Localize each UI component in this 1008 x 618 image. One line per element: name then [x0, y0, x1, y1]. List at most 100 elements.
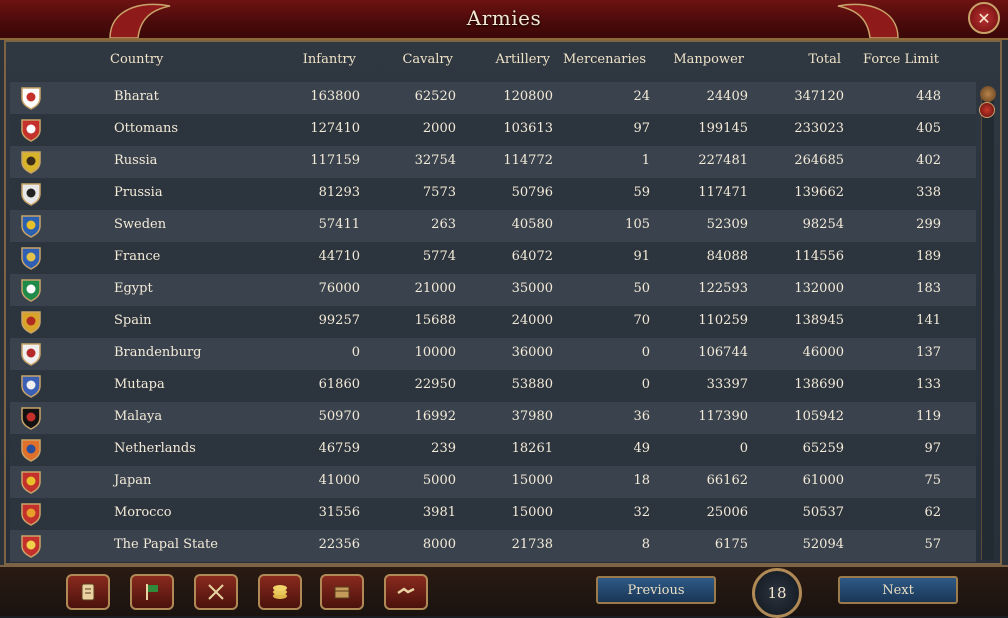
next-button[interactable]: Next [838, 576, 958, 604]
country-name[interactable]: The Papal State [114, 537, 218, 552]
header-force-limit[interactable]: Force Limit [863, 52, 939, 67]
country-shield-icon[interactable] [20, 470, 42, 494]
country-shield-icon[interactable] [20, 214, 42, 238]
table-row[interactable]: Prussia 81293 7573 50796 59 117471 139662 338 [10, 178, 976, 210]
table-row[interactable]: Morocco 31556 3981 15000 32 25006 50537 62 [10, 498, 976, 530]
country-shield-icon[interactable] [20, 374, 42, 398]
infantry-cell: 81293 [318, 185, 360, 200]
infantry-cell: 117159 [310, 153, 360, 168]
force-limit-cell: 448 [916, 89, 941, 104]
force-limit-cell: 402 [916, 153, 941, 168]
country-shield-icon[interactable] [20, 246, 42, 270]
infantry-cell: 99257 [318, 313, 360, 328]
header-manpower[interactable]: Manpower [673, 52, 744, 67]
total-cell: 50537 [802, 505, 844, 520]
country-name[interactable]: Spain [114, 313, 152, 328]
table-row[interactable]: Malaya 50970 16992 37980 36 117390 105942 119 [10, 402, 976, 434]
header-mercenaries[interactable]: Mercenaries [563, 52, 646, 67]
country-shield-icon[interactable] [20, 150, 42, 174]
header-total[interactable]: Total [808, 52, 841, 67]
country-name[interactable]: Brandenburg [114, 345, 202, 360]
country-name[interactable]: Malaya [114, 409, 162, 424]
country-name[interactable]: Morocco [114, 505, 172, 520]
country-name[interactable]: France [114, 249, 160, 264]
table-row[interactable]: Spain 99257 15688 24000 70 110259 138945 141 [10, 306, 976, 338]
mercenaries-cell: 97 [633, 121, 650, 136]
table-row[interactable]: Ottomans 127410 2000 103613 97 199145 233023 40… [10, 114, 976, 146]
header-artillery[interactable]: Artillery [495, 52, 550, 67]
table-row[interactable]: Mutapa 61860 22950 53880 0 33397 138690 133 [10, 370, 976, 402]
country-name[interactable]: Prussia [114, 185, 163, 200]
scroll-up-icon[interactable] [980, 86, 996, 102]
country-shield-icon[interactable] [20, 342, 42, 366]
ledger-button[interactable] [66, 574, 110, 610]
mercenaries-cell: 32 [633, 505, 650, 520]
table-row[interactable]: Brandenburg 0 10000 36000 0 106744 46000 137 [10, 338, 976, 370]
force-limit-cell: 299 [916, 217, 941, 232]
header-infantry[interactable]: Infantry [303, 52, 356, 67]
previous-button[interactable]: Previous [596, 576, 716, 604]
handshake-icon [397, 587, 415, 595]
country-name[interactable]: Japan [114, 473, 151, 488]
table-row[interactable]: The Papal State 22356 8000 21738 8 6175 52094 5… [10, 530, 976, 562]
infantry-cell: 46759 [318, 441, 360, 456]
header-country[interactable]: Country [110, 52, 163, 67]
scrollbar[interactable] [981, 90, 994, 560]
artillery-cell: 35000 [511, 281, 553, 296]
mercenaries-cell: 8 [641, 537, 650, 552]
country-name[interactable]: Bharat [114, 89, 159, 104]
flag-button[interactable] [130, 574, 174, 610]
diplomacy-button[interactable] [384, 574, 428, 610]
table-row[interactable]: Sweden 57411 263 40580 105 52309 98254 299 [10, 210, 976, 242]
total-cell: 132000 [794, 281, 844, 296]
manpower-cell: 0 [739, 441, 748, 456]
country-shield-icon[interactable] [20, 502, 42, 526]
header-cavalry[interactable]: Cavalry [402, 52, 453, 67]
cavalry-cell: 8000 [422, 537, 456, 552]
table-row[interactable]: Japan 41000 5000 15000 18 66162 61000 75 [10, 466, 976, 498]
mercenaries-cell: 1 [641, 153, 650, 168]
infantry-cell: 31556 [318, 505, 360, 520]
mercenaries-cell: 36 [633, 409, 650, 424]
cavalry-cell: 3981 [422, 505, 456, 520]
trade-button[interactable] [320, 574, 364, 610]
infantry-cell: 0 [351, 345, 360, 360]
total-cell: 233023 [794, 121, 844, 136]
country-shield-icon[interactable] [20, 534, 42, 558]
artillery-cell: 15000 [511, 505, 553, 520]
country-shield-icon[interactable] [20, 86, 42, 110]
economy-button[interactable] [258, 574, 302, 610]
table-row[interactable]: Netherlands 46759 239 18261 49 0 65259 97 [10, 434, 976, 466]
military-button[interactable] [194, 574, 238, 610]
country-shield-icon[interactable] [20, 182, 42, 206]
close-button[interactable]: ✕ [968, 2, 1000, 34]
country-shield-icon[interactable] [20, 406, 42, 430]
table-row[interactable]: Bharat 163800 62520 120800 24 24409 347120 448 [10, 82, 976, 114]
country-shield-icon[interactable] [20, 118, 42, 142]
cavalry-cell: 21000 [414, 281, 456, 296]
force-limit-cell: 75 [924, 473, 941, 488]
artillery-cell: 24000 [511, 313, 553, 328]
table-row[interactable]: Russia 117159 32754 114772 1 227481 264685 402 [10, 146, 976, 178]
total-cell: 105942 [794, 409, 844, 424]
force-limit-cell: 97 [924, 441, 941, 456]
country-name[interactable]: Russia [114, 153, 157, 168]
scrollbar-thumb[interactable] [979, 102, 995, 118]
country-shield-icon[interactable] [20, 278, 42, 302]
table-row[interactable]: Egypt 76000 21000 35000 50 122593 132000 183 [10, 274, 976, 306]
table-row[interactable]: France 44710 5774 64072 91 84088 114556 189 [10, 242, 976, 274]
artillery-cell: 15000 [511, 473, 553, 488]
total-cell: 347120 [794, 89, 844, 104]
country-shield-icon[interactable] [20, 438, 42, 462]
country-name[interactable]: Sweden [114, 217, 166, 232]
mercenaries-cell: 91 [633, 249, 650, 264]
country-shield-icon[interactable] [20, 310, 42, 334]
country-name[interactable]: Ottomans [114, 121, 178, 136]
crate-icon [334, 586, 350, 599]
country-name[interactable]: Mutapa [114, 377, 165, 392]
mercenaries-cell: 24 [633, 89, 650, 104]
country-name[interactable]: Netherlands [114, 441, 196, 456]
window-title: Armies [466, 6, 542, 30]
cavalry-cell: 15688 [414, 313, 456, 328]
country-name[interactable]: Egypt [114, 281, 153, 296]
